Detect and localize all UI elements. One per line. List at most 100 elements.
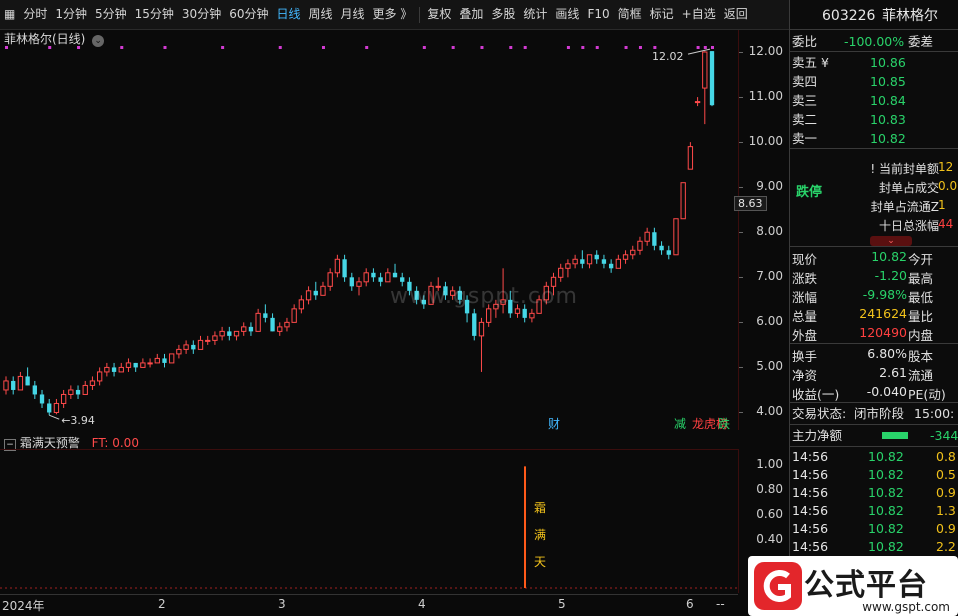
candle[interactable] [284, 317, 290, 332]
add-watchlist-button[interactable]: +自选 [678, 0, 720, 29]
candle[interactable] [572, 254, 578, 269]
candle[interactable] [709, 51, 715, 107]
candle[interactable] [298, 295, 305, 314]
candle[interactable] [378, 272, 383, 287]
candle[interactable] [659, 241, 664, 255]
candle[interactable] [392, 263, 398, 278]
candle[interactable] [680, 182, 686, 220]
candle[interactable] [615, 254, 622, 269]
fuquan-button[interactable]: 复权 [423, 0, 455, 29]
candle[interactable] [291, 304, 297, 323]
candle[interactable] [327, 268, 333, 291]
candle[interactable] [356, 277, 362, 296]
candle[interactable] [17, 371, 24, 391]
draw-line-button[interactable]: 画线 [551, 0, 583, 29]
candle[interactable] [580, 250, 585, 269]
candle[interactable] [205, 335, 211, 345]
candle[interactable] [644, 227, 650, 246]
candle[interactable] [219, 326, 225, 341]
candle[interactable] [565, 259, 571, 278]
candle[interactable] [154, 353, 160, 364]
event-mark[interactable]: 财 [548, 417, 560, 430]
mark-button[interactable]: 标记 [646, 0, 678, 29]
candle[interactable] [25, 367, 30, 386]
candle[interactable] [32, 380, 37, 399]
ask-row[interactable]: 卖一 10.82 [790, 130, 958, 148]
candle[interactable] [702, 51, 708, 125]
tab-1min[interactable]: 1分钟 [51, 0, 91, 29]
tab-daily[interactable]: 日线 [272, 0, 304, 29]
candle[interactable] [82, 380, 88, 395]
candle[interactable] [694, 97, 701, 107]
simple-frame-button[interactable]: 简框 [614, 0, 646, 29]
candle[interactable] [39, 389, 45, 408]
candle[interactable] [305, 286, 312, 305]
event-mark[interactable]: 跌 [718, 416, 730, 430]
candle[interactable] [630, 245, 636, 260]
candle[interactable] [233, 330, 240, 341]
stats-button[interactable]: 统计 [519, 0, 551, 29]
candle[interactable] [608, 259, 614, 273]
candle[interactable] [89, 376, 96, 390]
candle[interactable] [637, 236, 643, 255]
tab-15min[interactable]: 15分钟 [131, 0, 178, 29]
candle[interactable] [241, 322, 247, 336]
multi-stock-button[interactable]: 多股 [487, 0, 519, 29]
candle[interactable] [125, 358, 132, 372]
tab-monthly[interactable]: 月线 [337, 0, 369, 29]
candle[interactable] [529, 308, 535, 323]
tab-fenshi[interactable]: 分时 [19, 0, 51, 29]
ask-row[interactable]: 卖三 10.84 [790, 92, 958, 110]
indicator-chart[interactable]: 霜满天 [0, 449, 738, 594]
candle[interactable] [472, 308, 477, 341]
expand-chevron-icon[interactable]: ⌄ [870, 236, 912, 246]
candle[interactable] [270, 313, 275, 332]
candle[interactable] [118, 362, 124, 373]
candle[interactable] [320, 281, 326, 296]
ask-row[interactable]: 卖四 10.85 [790, 73, 958, 91]
f10-button[interactable]: F10 [583, 0, 613, 29]
candle[interactable] [622, 250, 629, 264]
candle[interactable] [3, 376, 9, 395]
candle[interactable] [60, 389, 67, 408]
candle[interactable] [140, 358, 146, 368]
candle[interactable] [248, 322, 254, 336]
candle[interactable] [47, 398, 52, 416]
candle[interactable] [75, 385, 81, 399]
candle[interactable] [68, 385, 74, 399]
candle[interactable] [133, 362, 138, 372]
candle[interactable] [212, 331, 218, 345]
candlestick-chart[interactable]: ←3.9412.02财减龙虎榜跌 [0, 30, 738, 430]
candle[interactable] [227, 326, 232, 341]
candle[interactable] [255, 308, 261, 332]
event-mark[interactable]: 减 [674, 417, 686, 430]
candle[interactable] [277, 322, 283, 336]
candle[interactable] [169, 353, 175, 364]
candle[interactable] [313, 281, 318, 300]
candle[interactable] [601, 254, 607, 269]
ask-row[interactable]: 卖五 ¥ 10.86 [790, 54, 958, 72]
candle[interactable] [104, 362, 110, 377]
tab-weekly[interactable]: 周线 [305, 0, 337, 29]
candle[interactable] [586, 254, 593, 269]
tab-60min[interactable]: 60分钟 [225, 0, 272, 29]
candle[interactable] [11, 376, 16, 395]
candle[interactable] [111, 362, 117, 377]
candle[interactable] [349, 272, 354, 291]
candle[interactable] [687, 142, 694, 170]
candle[interactable] [162, 353, 167, 368]
candle[interactable] [53, 398, 60, 415]
candle[interactable] [147, 358, 153, 368]
tab-5min[interactable]: 5分钟 [91, 0, 131, 29]
candle[interactable] [673, 218, 679, 256]
candle[interactable] [183, 340, 189, 354]
candle[interactable] [197, 335, 204, 350]
more-periods-button[interactable]: 更多 》 [369, 0, 417, 29]
candle[interactable] [176, 344, 182, 359]
signal-bar[interactable] [524, 466, 526, 588]
candle[interactable] [666, 245, 671, 260]
candle[interactable] [385, 268, 391, 283]
candle[interactable] [342, 254, 347, 282]
tab-30min[interactable]: 30分钟 [178, 0, 225, 29]
candle[interactable] [652, 227, 657, 251]
